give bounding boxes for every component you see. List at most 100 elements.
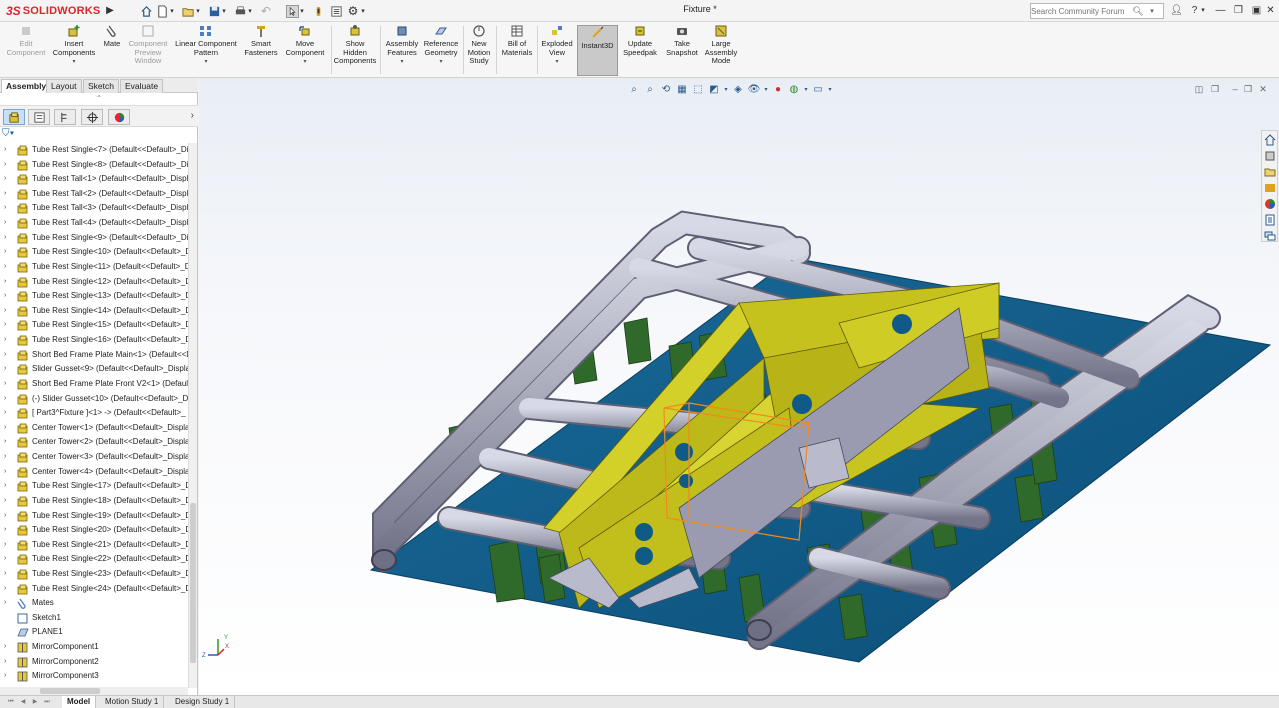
design-library-icon[interactable] (1262, 148, 1277, 163)
linear-component-pattern-button[interactable]: Linear Component Pattern ▾ (174, 24, 238, 67)
apply-scene-icon[interactable]: ◍ (787, 82, 801, 96)
smart-fasteners-button[interactable]: Smart Fasteners (242, 24, 280, 57)
restore-icon[interactable]: ❐ (1231, 3, 1246, 19)
tree-item[interactable]: › Tube Rest Single<13> (Default<<Default>… (0, 289, 190, 304)
section-view-icon[interactable]: ▦ (675, 82, 689, 96)
first-tab-icon[interactable]: ⏮ (6, 697, 16, 707)
tree-item[interactable]: › Tube Rest Single<20> (Default<<Default>… (0, 523, 190, 538)
move-component-dropdown-icon[interactable]: ▾ (303, 58, 306, 67)
view-orientation-dropdown-icon[interactable]: ▾ (723, 82, 729, 96)
expand-chevron-icon[interactable]: › (4, 552, 10, 566)
configurationmanager-tab-icon[interactable] (54, 109, 76, 125)
tree-horizontal-scrollbar[interactable] (0, 687, 188, 695)
reference-geometry-button[interactable]: Reference Geometry ▾ (422, 24, 460, 67)
tree-item[interactable]: › Short Bed Frame Plate Front V2<1> (Defa… (0, 377, 190, 392)
expand-chevron-icon[interactable]: › (4, 421, 10, 435)
solidworks-forum-icon[interactable] (1262, 228, 1277, 243)
tree-item[interactable]: › (-) Slider Gusset<10> (Default<<Default… (0, 392, 190, 407)
user-icon[interactable]: 👤︎ (1169, 3, 1184, 19)
search-icon[interactable]: 🔍︎ (1131, 4, 1145, 18)
search-input[interactable] (1031, 6, 1131, 16)
expand-chevron-icon[interactable]: › (4, 538, 10, 552)
filter-icon[interactable]: ⛉▾ (2, 128, 22, 142)
tree-vertical-scrollbar[interactable] (188, 143, 197, 688)
tree-item[interactable]: › Tube Rest Single<12> (Default<<Default>… (0, 275, 190, 290)
scroll-thumb[interactable] (190, 503, 196, 663)
move-component-button[interactable]: Move Component ▾ (283, 24, 327, 67)
take-snapshot-button[interactable]: Take Snapshot (663, 24, 701, 57)
expand-chevron-icon[interactable]: › (4, 333, 10, 347)
bill-of-materials-button[interactable]: Bill of Materials (499, 24, 535, 57)
tree-item[interactable]: › Tube Rest Single<22> (Default<<Default>… (0, 552, 190, 567)
expand-chevron-icon[interactable]: › (4, 275, 10, 289)
tab-layout[interactable]: Layout (46, 79, 82, 93)
tab-assembly[interactable]: Assembly (1, 79, 52, 93)
scroll-thumb[interactable] (40, 688, 100, 694)
hide-show-dropdown-icon[interactable]: ▾ (763, 82, 769, 96)
viewport-minimize-icon[interactable]: – (1229, 83, 1241, 95)
help-dropdown-icon[interactable]: ▾ (1199, 3, 1207, 19)
expand-chevron-icon[interactable]: › (4, 187, 10, 201)
prev-tab-icon[interactable]: ◀ (18, 697, 28, 707)
tree-item[interactable]: › Tube Rest Single<11> (Default<<Default>… (0, 260, 190, 275)
propertymanager-tab-icon[interactable] (28, 109, 50, 125)
expand-chevron-icon[interactable]: › (4, 479, 10, 493)
save-dropdown-icon[interactable]: ▾ (220, 3, 228, 19)
solidworks-logo[interactable]: 3S SOLIDWORKS (6, 3, 100, 19)
tree-item[interactable]: › Tube Rest Single<18> (Default<<Default>… (0, 494, 190, 509)
tree-item[interactable]: › MirrorComponent1 (0, 640, 190, 655)
expand-chevron-icon[interactable]: › (4, 567, 10, 581)
expand-chevron-icon[interactable]: › (4, 318, 10, 332)
tree-item[interactable]: PLANE1 (0, 625, 190, 640)
file-explorer-icon[interactable] (1262, 164, 1277, 179)
show-hidden-components-button[interactable]: Show Hidden Components (333, 24, 377, 66)
tree-item[interactable]: › MirrorComponent2 (0, 655, 190, 670)
expand-chevron-icon[interactable]: › (4, 494, 10, 508)
tree-item[interactable]: › Center Tower<2> (Default<<Default>_Disp… (0, 435, 190, 450)
graphics-area[interactable]: ⌕ ⌕ ⟲ ▦ ⬚ ◩ ▾ ◈ 👁︎ ▾ ● ◍ ▾ ▭ ▾ ◫ ❐ – ❐ ✕ (199, 78, 1279, 695)
open-dropdown-icon[interactable]: ▾ (194, 3, 202, 19)
tree-item[interactable]: › Tube Rest Single<21> (Default<<Default>… (0, 538, 190, 553)
tree-item[interactable]: › Tube Rest Tall<4> (Default<<Default>_Di… (0, 216, 190, 231)
viewport-maximize-icon[interactable]: ❐ (1242, 83, 1254, 95)
view-settings-dropdown-icon[interactable]: ▾ (827, 82, 833, 96)
large-assembly-mode-button[interactable]: Large Assembly Mode (703, 24, 739, 66)
rebuild-icon[interactable] (310, 3, 326, 19)
more-tabs-chevron-icon[interactable]: › (191, 110, 194, 121)
assembly-features-button[interactable]: Assembly Features ▾ (383, 24, 421, 67)
expand-chevron-icon[interactable]: › (4, 582, 10, 596)
last-tab-icon[interactable]: ⏭ (42, 697, 52, 707)
expand-chevron-icon[interactable]: › (4, 509, 10, 523)
mate-button[interactable]: Mate (100, 24, 124, 49)
apply-scene-dropdown-icon[interactable]: ▾ (803, 82, 809, 96)
insert-components-button[interactable]: Insert Components ▾ (50, 24, 98, 67)
tree-item[interactable]: › Center Tower<4> (Default<<Default>_Disp… (0, 465, 190, 480)
exploded-view-button[interactable]: Exploded View ▾ (539, 24, 575, 67)
tab-motion-study-1[interactable]: Motion Study 1 (100, 696, 165, 708)
viewport-close-icon[interactable]: ✕ (1257, 83, 1269, 95)
component-preview-window-button[interactable]: Component Preview Window (126, 24, 170, 66)
zoom-to-area-icon[interactable]: ⌕ (643, 82, 657, 96)
new-dropdown-icon[interactable]: ▾ (168, 3, 176, 19)
tree-item[interactable]: › MirrorComponent3 (0, 669, 190, 684)
display-style-icon[interactable]: ◈ (731, 82, 745, 96)
tab-design-study-1[interactable]: Design Study 1 (170, 696, 236, 708)
fixture-3d-model[interactable] (199, 78, 1279, 695)
expand-chevron-icon[interactable]: › (4, 669, 10, 683)
dimxpertmanager-tab-icon[interactable] (81, 109, 103, 125)
view-settings-icon[interactable]: ▭ (811, 82, 825, 96)
update-speedpak-button[interactable]: Update Speedpak (620, 24, 660, 57)
solidworks-resources-icon[interactable] (1262, 132, 1277, 147)
linear-pattern-dropdown-icon[interactable]: ▾ (204, 58, 207, 67)
expand-chevron-icon[interactable]: › (4, 450, 10, 464)
expand-chevron-icon[interactable]: › (4, 348, 10, 362)
tile-windows-icon[interactable]: ▣ (1249, 3, 1264, 19)
viewport-new-window-icon[interactable]: ❐ (1209, 83, 1221, 95)
select-dropdown-icon[interactable]: ▾ (298, 3, 306, 19)
zoom-to-fit-icon[interactable]: ⌕ (627, 82, 641, 96)
new-motion-study-button[interactable]: New Motion Study (465, 24, 493, 66)
undo-icon[interactable]: ↶ (258, 3, 274, 19)
tree-item[interactable]: › Short Bed Frame Plate Main<1> (Default<… (0, 348, 190, 363)
expand-chevron-icon[interactable]: › (4, 216, 10, 230)
search-box[interactable]: 🔍︎ ▾ (1030, 3, 1164, 19)
